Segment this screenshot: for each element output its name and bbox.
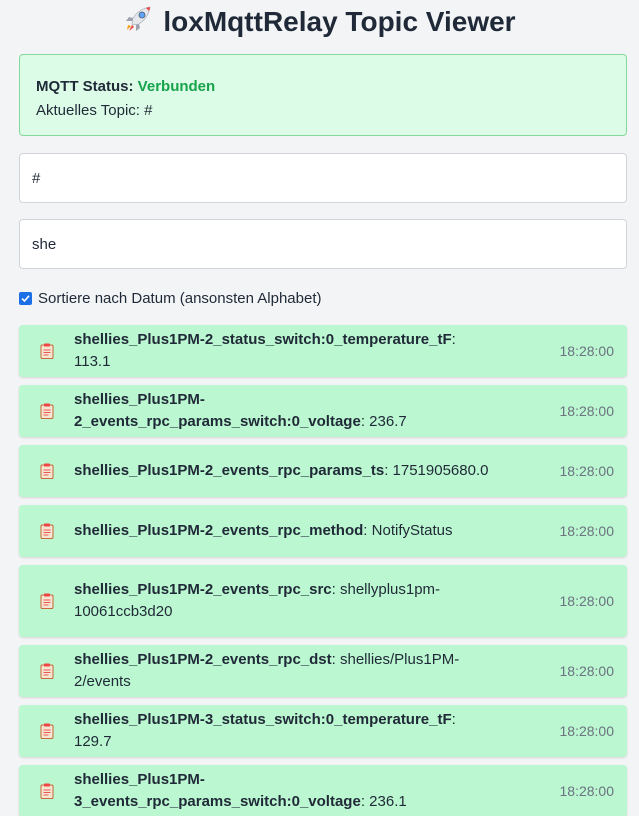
checkmark-icon xyxy=(21,294,30,302)
message-text: shellies_Plus1PM-2_events_rpc_params_swi… xyxy=(74,389,494,433)
title-text: loxMqttRelay Topic Viewer xyxy=(163,6,516,37)
rocket-icon xyxy=(123,4,153,41)
clipboard-icon xyxy=(40,343,54,359)
message-topic: shellies_Plus1PM-2_events_rpc_src xyxy=(74,581,332,598)
clipboard-icon xyxy=(40,723,54,739)
mqtt-status-label: MQTT Status: xyxy=(36,78,134,95)
topic-input[interactable] xyxy=(19,153,627,203)
message-value: 236.1 xyxy=(369,793,407,810)
message-time: 18:28:00 xyxy=(559,663,615,679)
clipboard-icon xyxy=(40,783,54,799)
message-separator: : xyxy=(360,793,370,810)
message-separator: : xyxy=(331,581,340,598)
message-value: 113.1 xyxy=(74,353,111,370)
message-text: shellies_Plus1PM-2_events_rpc_params_ts:… xyxy=(74,460,494,482)
sort-by-date-option[interactable]: Sortiere nach Datum (ansonsten Alphabet) xyxy=(19,288,322,308)
current-topic-value: # xyxy=(144,102,153,119)
message-item[interactable]: shellies_Plus1PM-3_status_switch:0_tempe… xyxy=(19,705,627,757)
message-time: 18:28:00 xyxy=(559,403,615,419)
clipboard-icon xyxy=(40,593,54,609)
message-time: 18:28:00 xyxy=(559,463,615,479)
message-separator: : xyxy=(384,462,393,479)
message-list: shellies_Plus1PM-2_status_switch:0_tempe… xyxy=(19,325,627,816)
message-time: 18:28:00 xyxy=(559,343,615,359)
message-separator: : xyxy=(451,711,456,728)
message-item[interactable]: shellies_Plus1PM-2_events_rpc_src: shell… xyxy=(19,565,627,637)
message-item[interactable]: shellies_Plus1PM-2_events_rpc_params_ts:… xyxy=(19,445,627,497)
message-value: NotifyStatus xyxy=(371,522,453,539)
message-text: shellies_Plus1PM-2_events_rpc_method: No… xyxy=(74,520,494,542)
message-topic: shellies_Plus1PM-2_status_switch:0_tempe… xyxy=(74,331,452,348)
message-time: 18:28:00 xyxy=(559,523,615,539)
message-text: shellies_Plus1PM-3_status_switch:0_tempe… xyxy=(74,709,494,753)
message-separator: : xyxy=(451,331,456,348)
message-value: 1751905680.0 xyxy=(392,462,489,479)
page-title: loxMqttRelay Topic Viewer xyxy=(0,2,639,42)
message-time: 18:28:00 xyxy=(559,593,615,609)
message-topic: shellies_Plus1PM-2_events_rpc_params_ts xyxy=(74,462,385,479)
message-item[interactable]: shellies_Plus1PM-2_events_rpc_method: No… xyxy=(19,505,627,557)
message-topic: shellies_Plus1PM-2_events_rpc_method xyxy=(74,522,364,539)
clipboard-icon xyxy=(40,463,54,479)
message-topic: shellies_Plus1PM-2_events_rpc_dst xyxy=(74,651,332,668)
message-topic: shellies_Plus1PM-3_status_switch:0_tempe… xyxy=(74,711,452,728)
sort-by-date-label: Sortiere nach Datum (ansonsten Alphabet) xyxy=(38,289,322,307)
message-item[interactable]: shellies_Plus1PM-3_events_rpc_params_swi… xyxy=(19,765,627,816)
message-separator: : xyxy=(360,413,370,430)
message-item[interactable]: shellies_Plus1PM-2_events_rpc_params_swi… xyxy=(19,385,627,437)
message-text: shellies_Plus1PM-2_events_rpc_dst: shell… xyxy=(74,649,494,693)
message-item[interactable]: shellies_Plus1PM-2_status_switch:0_tempe… xyxy=(19,325,627,377)
clipboard-icon xyxy=(40,663,54,679)
message-value: 236.7 xyxy=(369,413,407,430)
topic-viewer-page: loxMqttRelay Topic Viewer MQTT Status: V… xyxy=(0,0,639,816)
clipboard-icon xyxy=(40,403,54,419)
message-time: 18:28:00 xyxy=(559,723,615,739)
message-item[interactable]: shellies_Plus1PM-2_events_rpc_dst: shell… xyxy=(19,645,627,697)
sort-by-date-checkbox[interactable] xyxy=(19,291,32,305)
message-time: 18:28:00 xyxy=(559,783,615,799)
message-separator: : xyxy=(331,651,340,668)
message-topic: shellies_Plus1PM-3_events_rpc_params_swi… xyxy=(74,771,361,810)
clipboard-icon xyxy=(40,523,54,539)
current-topic: Aktuelles Topic: # xyxy=(36,99,610,123)
message-text: shellies_Plus1PM-3_events_rpc_params_swi… xyxy=(74,769,494,813)
message-separator: : xyxy=(363,522,372,539)
message-value: 129.7 xyxy=(74,733,112,750)
message-text: shellies_Plus1PM-2_events_rpc_src: shell… xyxy=(74,579,494,623)
mqtt-status-value: Verbunden xyxy=(137,78,216,95)
filter-input[interactable] xyxy=(19,219,627,269)
current-topic-label: Aktuelles Topic: xyxy=(36,102,140,119)
message-text: shellies_Plus1PM-2_status_switch:0_tempe… xyxy=(74,329,494,373)
mqtt-status-panel: MQTT Status: Verbunden Aktuelles Topic: … xyxy=(19,54,627,136)
mqtt-status: MQTT Status: Verbunden xyxy=(36,75,610,99)
message-topic: shellies_Plus1PM-2_events_rpc_params_swi… xyxy=(74,391,361,430)
